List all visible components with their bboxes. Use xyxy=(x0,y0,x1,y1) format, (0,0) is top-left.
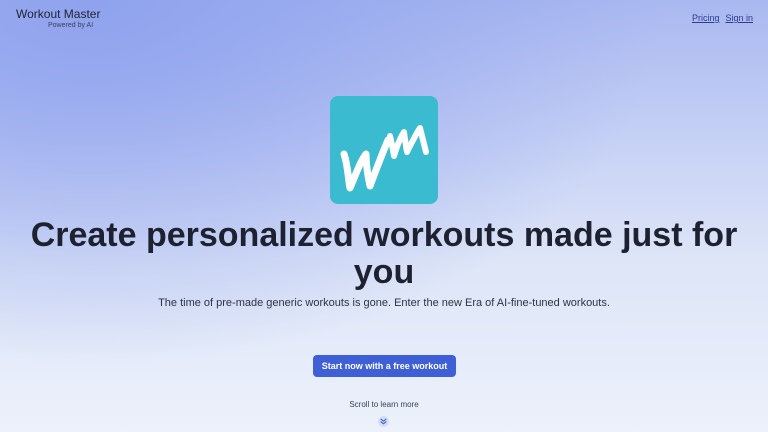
wm-logo-icon xyxy=(330,96,438,204)
brand-title: Workout Master xyxy=(16,7,101,21)
brand[interactable]: Workout Master Powered by AI xyxy=(16,7,101,29)
pricing-link[interactable]: Pricing xyxy=(692,13,720,23)
sign-in-link[interactable]: Sign in xyxy=(725,13,753,23)
brand-subtitle: Powered by AI xyxy=(48,22,94,29)
scroll-hint: Scroll to learn more xyxy=(349,400,419,409)
chevron-double-down-icon[interactable] xyxy=(378,416,389,427)
hero-headline: Create personalized workouts made just f… xyxy=(30,216,738,291)
start-free-workout-button[interactable]: Start now with a free workout xyxy=(313,355,456,377)
top-nav: Pricing Sign in xyxy=(692,13,753,23)
hero-subline: The time of pre-made generic workouts is… xyxy=(158,297,610,309)
